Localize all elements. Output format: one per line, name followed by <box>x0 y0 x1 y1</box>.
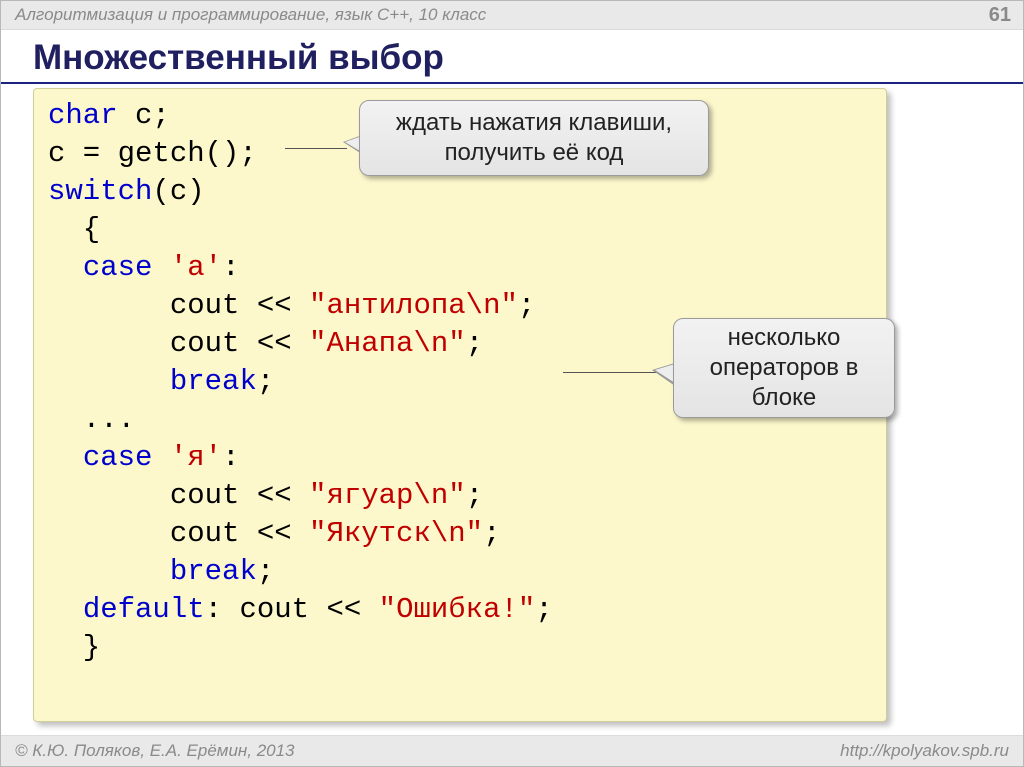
kw-switch: switch <box>48 175 152 208</box>
char-literal: 'а' <box>170 251 222 284</box>
callout-getch: ждать нажатия клавиши, получить её код <box>359 100 709 176</box>
kw-break: break <box>170 365 257 398</box>
footer-url: http://kpolyakov.spb.ru <box>840 741 1009 761</box>
kw-case: case <box>83 251 153 284</box>
kw-default: default <box>83 593 205 626</box>
string-literal: "Ошибка!" <box>379 593 536 626</box>
string-literal: "Якутск\n" <box>309 517 483 550</box>
string-literal: "ягуар\n" <box>309 479 466 512</box>
slide-footer: © К.Ю. Поляков, Е.А. Ерёмин, 2013 http:/… <box>1 735 1023 766</box>
kw-char: char <box>48 99 118 132</box>
callout-connector <box>563 372 657 373</box>
callout-connector <box>285 148 347 149</box>
content-area: char c; c = getch(); switch(c) { case 'а… <box>33 88 1009 728</box>
kw-case: case <box>83 441 153 474</box>
char-literal: 'я' <box>170 441 222 474</box>
slide: Алгоритмизация и программирование, язык … <box>0 0 1024 767</box>
slide-header: Алгоритмизация и программирование, язык … <box>1 1 1023 30</box>
callout-block: несколько операторов в блоке <box>673 318 895 418</box>
page-number: 61 <box>989 4 1011 27</box>
string-literal: "антилопа\n" <box>309 289 518 322</box>
string-literal: "Анапа\n" <box>309 327 466 360</box>
slide-title: Множественный выбор <box>1 38 1023 84</box>
kw-break: break <box>170 555 257 588</box>
copyright: © К.Ю. Поляков, Е.А. Ерёмин, 2013 <box>15 741 295 761</box>
course-title: Алгоритмизация и программирование, язык … <box>15 5 486 25</box>
